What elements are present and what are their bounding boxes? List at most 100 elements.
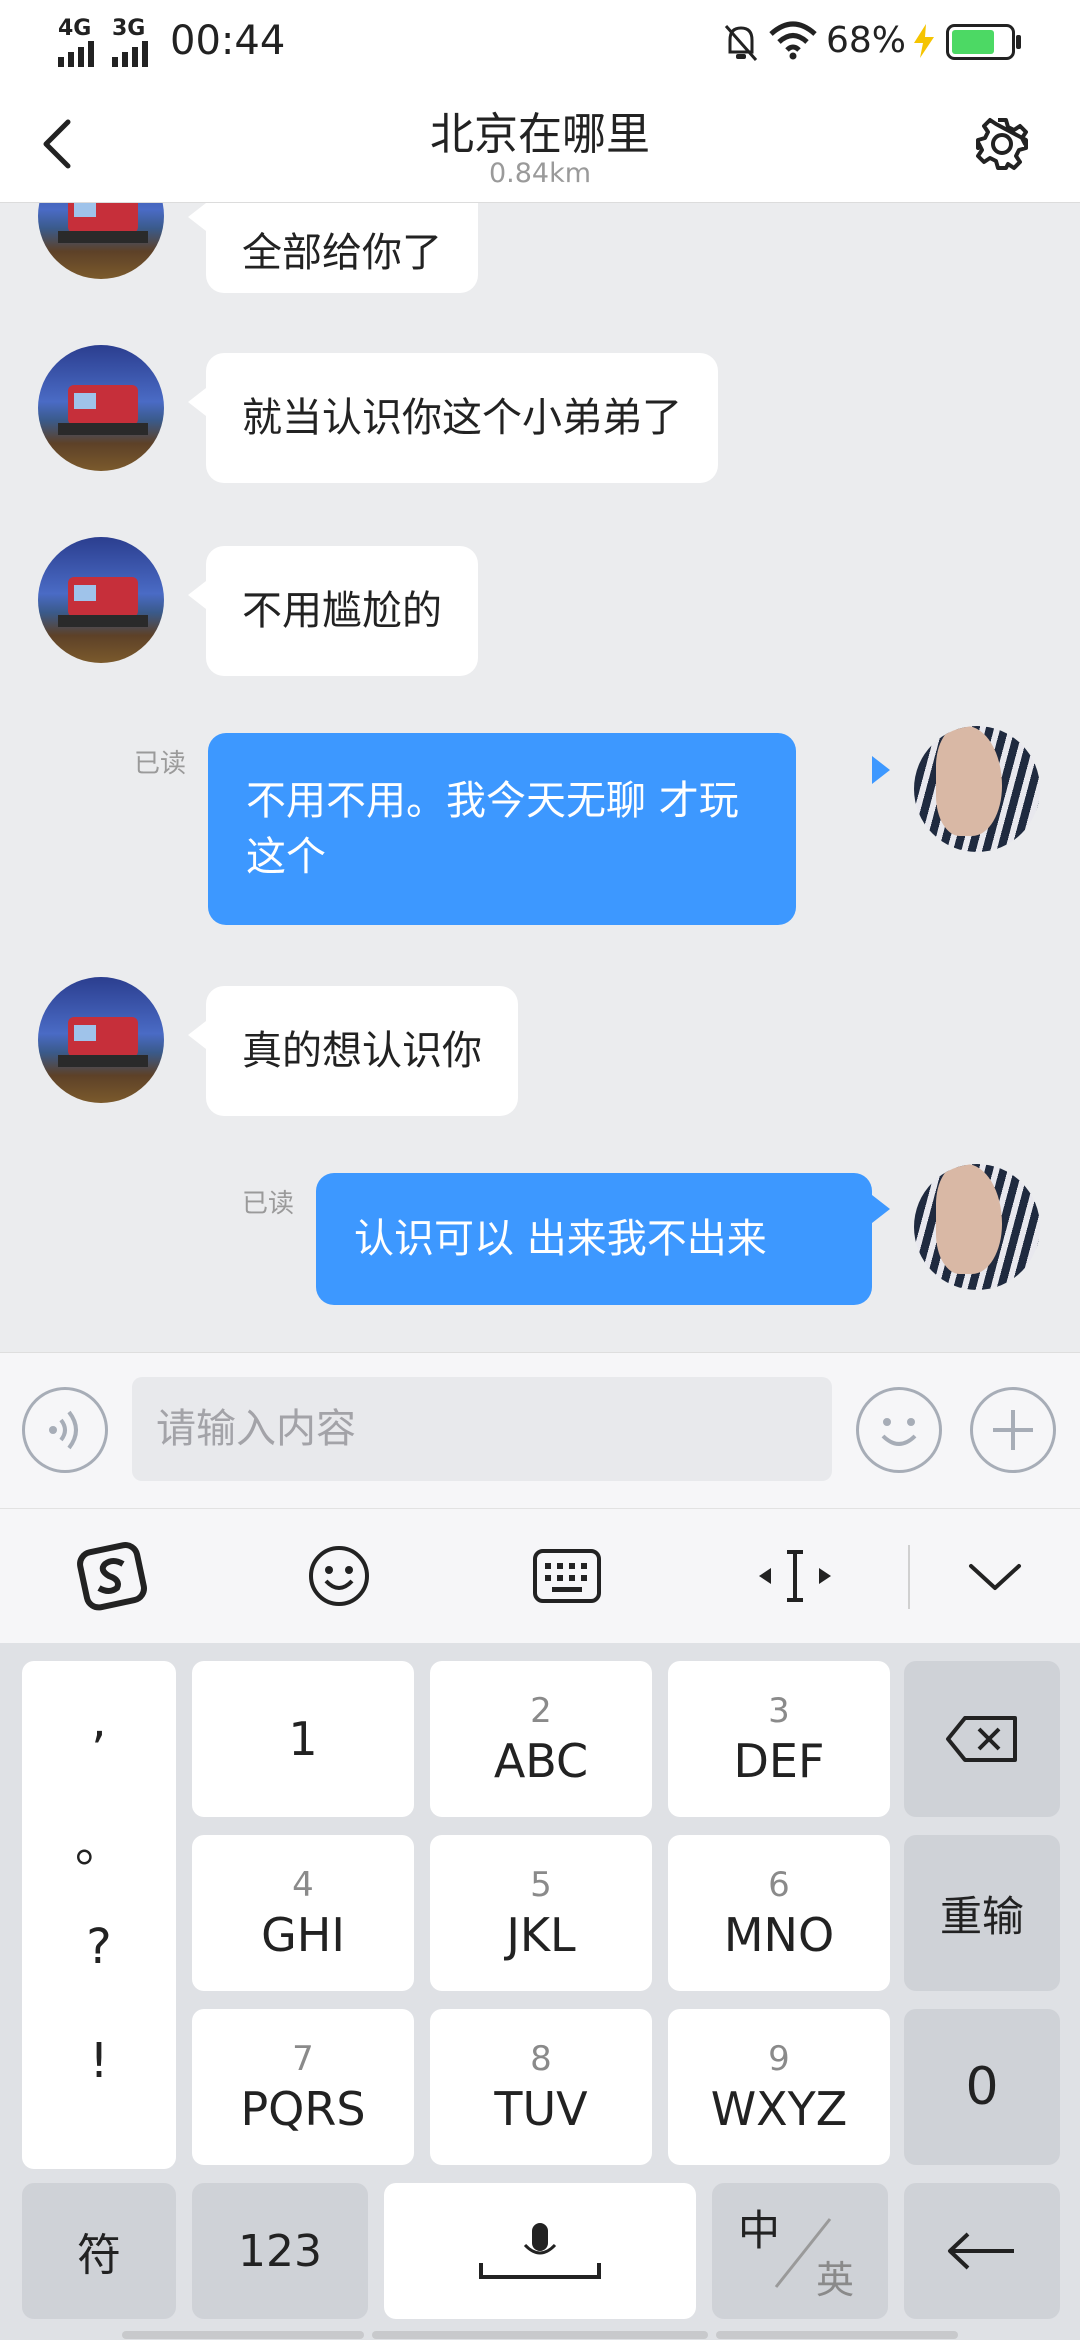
emoji-tool[interactable] bbox=[284, 1521, 394, 1631]
key-label: JKL bbox=[506, 1908, 576, 1962]
bubble-tail bbox=[188, 203, 206, 231]
status-bar: 4G 3G 00:44 68% bbox=[0, 0, 1080, 84]
key-number: 2 bbox=[530, 1691, 552, 1731]
bell-off-icon bbox=[724, 25, 758, 61]
punctuation-column[interactable]: , 。 ? ! bbox=[22, 1661, 176, 2169]
key-8[interactable]: 8 TUV bbox=[430, 2009, 652, 2165]
message-line: 不用不用。我今天无聊 才玩 bbox=[246, 778, 739, 824]
chat-header: 北京在哪里 0.84km bbox=[0, 84, 1080, 203]
key-3[interactable]: 3 DEF bbox=[668, 1661, 890, 1817]
cursor-move-icon bbox=[759, 1550, 831, 1602]
enter-key[interactable] bbox=[904, 2183, 1060, 2319]
key-6[interactable]: 6 MNO bbox=[668, 1835, 890, 1991]
message-bubble[interactable]: 真的想认识你 bbox=[206, 986, 518, 1116]
hide-keyboard-button[interactable] bbox=[940, 1521, 1050, 1631]
smiley-icon bbox=[881, 1418, 917, 1446]
avatar[interactable] bbox=[38, 977, 164, 1103]
punct-key[interactable]: ? bbox=[22, 1919, 176, 1975]
message-line: 这个 bbox=[246, 834, 326, 880]
key-5[interactable]: 5 JKL bbox=[430, 1835, 652, 1991]
key-label: MNO bbox=[723, 1908, 835, 1962]
avatar[interactable] bbox=[38, 537, 164, 663]
key-label: PQRS bbox=[240, 2082, 366, 2136]
reinput-key[interactable]: 重输 bbox=[904, 1835, 1060, 1991]
bubble-tail bbox=[188, 388, 206, 416]
read-status: 已读 bbox=[242, 1189, 295, 1219]
key-label: ABC bbox=[493, 1734, 589, 1788]
key-7[interactable]: 7 PQRS bbox=[192, 2009, 414, 2165]
avatar[interactable] bbox=[38, 203, 164, 279]
message-bubble[interactable]: 就当认识你这个小弟弟了 bbox=[206, 353, 718, 483]
message-bubble[interactable]: 不用尴尬的 bbox=[206, 546, 478, 676]
chevron-down-icon bbox=[969, 1564, 1021, 1590]
avatar[interactable] bbox=[914, 1164, 1040, 1290]
voice-button[interactable] bbox=[22, 1387, 108, 1473]
avatar[interactable] bbox=[38, 345, 164, 471]
microphone-space-icon bbox=[479, 2223, 601, 2279]
charging-icon bbox=[914, 24, 934, 58]
key-4[interactable]: 4 GHI bbox=[192, 1835, 414, 1991]
backspace-icon bbox=[946, 1716, 1017, 1762]
enter-arrow-icon bbox=[948, 2232, 1014, 2270]
punct-key[interactable]: 。 bbox=[22, 1805, 176, 1875]
message-bubble[interactable]: 全部给你了 bbox=[206, 203, 478, 293]
key-1[interactable]: 1 bbox=[192, 1661, 414, 1817]
signal-3g: 3G bbox=[112, 16, 160, 67]
key-label: GHI bbox=[261, 1908, 345, 1962]
input-bar bbox=[0, 1352, 1080, 1508]
punct-key[interactable]: ! bbox=[22, 2033, 176, 2089]
bubble-tail bbox=[188, 1021, 206, 1049]
key-label: 1 bbox=[288, 1712, 318, 1766]
punct-key[interactable]: , bbox=[22, 1693, 176, 1749]
page-title: 北京在哪里 bbox=[430, 109, 650, 160]
key-label: 符 bbox=[77, 2230, 121, 2281]
symbols-key[interactable]: 符 bbox=[22, 2183, 176, 2319]
key-label: 0 bbox=[965, 2057, 999, 2117]
number-mode-key[interactable]: 123 bbox=[192, 2183, 368, 2319]
bubble-tail bbox=[872, 756, 890, 784]
keyboard-tool[interactable] bbox=[512, 1521, 622, 1631]
key-number: 9 bbox=[768, 2039, 790, 2079]
bubble-tail bbox=[188, 581, 206, 609]
key-0[interactable]: 0 bbox=[904, 2009, 1060, 2165]
key-label: DEF bbox=[733, 1734, 825, 1788]
sogou-button[interactable] bbox=[58, 1521, 168, 1631]
keypad: , 。 ? ! 1 2 ABC 3 DEF 4 GHI 5 JKL 6 MNO … bbox=[0, 1643, 1080, 2340]
language-switch-key[interactable]: 中 英 bbox=[712, 2183, 888, 2319]
plus-icon bbox=[993, 1410, 1033, 1450]
emoji-icon bbox=[309, 1546, 369, 1606]
key-number: 5 bbox=[530, 1865, 552, 1905]
clock: 00:44 bbox=[170, 18, 286, 64]
gear-icon[interactable] bbox=[974, 116, 1030, 172]
signal-4g: 4G bbox=[58, 16, 106, 67]
key-number: 7 bbox=[292, 2039, 314, 2079]
space-key[interactable] bbox=[384, 2183, 696, 2319]
lang-en-label: 英 bbox=[816, 2258, 855, 2302]
message-input[interactable] bbox=[132, 1377, 832, 1481]
emoji-button[interactable] bbox=[856, 1387, 942, 1473]
plus-button[interactable] bbox=[970, 1387, 1056, 1473]
battery-icon bbox=[946, 24, 1021, 60]
key-2[interactable]: 2 ABC bbox=[430, 1661, 652, 1817]
key-label: TUV bbox=[494, 2082, 588, 2136]
distance-label: 0.84km bbox=[488, 158, 592, 189]
key-9[interactable]: 9 WXYZ bbox=[668, 2009, 890, 2165]
signal-3g-label: 3G bbox=[112, 16, 146, 41]
read-status: 已读 bbox=[134, 749, 187, 779]
wifi-icon bbox=[769, 21, 817, 60]
key-number: 3 bbox=[768, 1691, 790, 1731]
key-number: 8 bbox=[530, 2039, 552, 2079]
key-label: 重输 bbox=[939, 1891, 1024, 1941]
message-bubble[interactable]: 不用不用。我今天无聊 才玩 这个 bbox=[208, 733, 796, 925]
message-bubble[interactable]: 认识可以 出来我不出来 bbox=[316, 1173, 872, 1305]
key-label: 123 bbox=[238, 2225, 322, 2277]
message-list[interactable]: 全部给你了 就当认识你这个小弟弟了 不用尴尬的 已读 不用不用。我今天无聊 才玩… bbox=[0, 203, 1080, 1353]
toolbar-divider bbox=[908, 1545, 910, 1609]
battery-percent: 68% bbox=[826, 20, 907, 61]
cursor-tool[interactable] bbox=[740, 1521, 850, 1631]
backspace-key[interactable] bbox=[904, 1661, 1060, 1817]
key-label: WXYZ bbox=[710, 2082, 848, 2136]
avatar[interactable] bbox=[914, 726, 1040, 852]
gesture-bar bbox=[716, 2331, 958, 2339]
sogou-logo-icon bbox=[77, 1542, 147, 1611]
